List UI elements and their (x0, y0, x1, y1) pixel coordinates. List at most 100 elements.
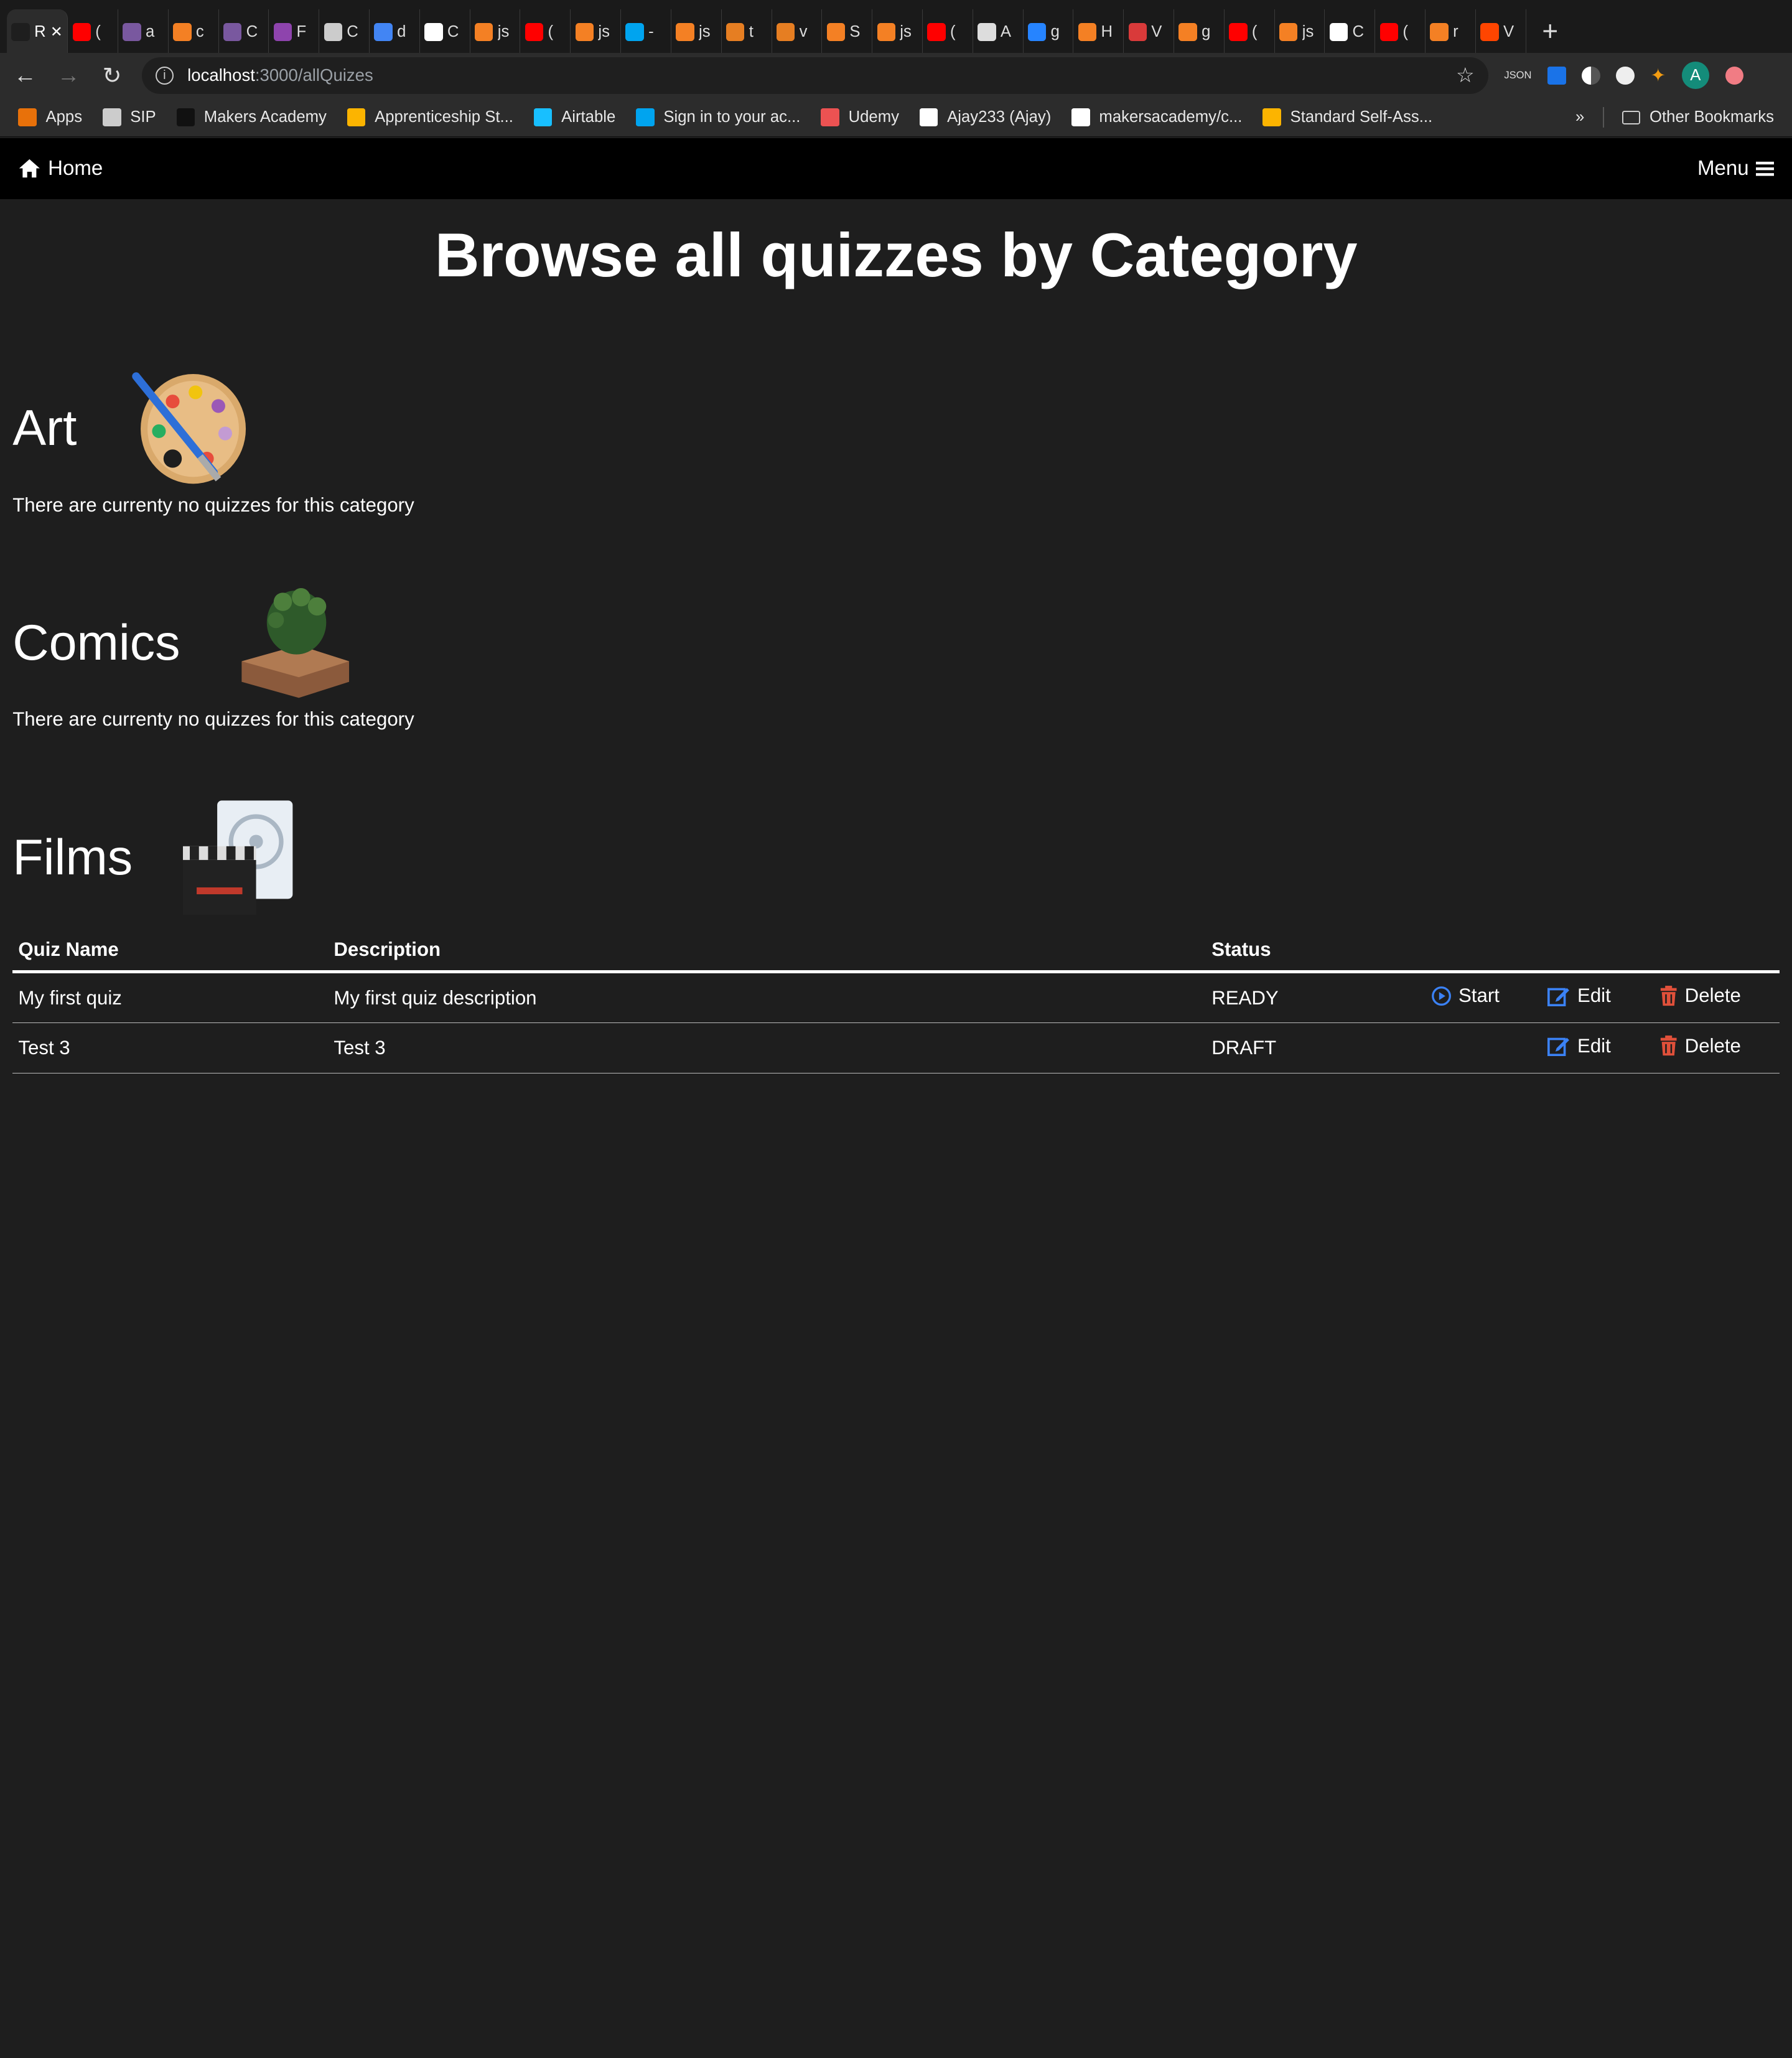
dark-mode-extension-icon[interactable] (1582, 66, 1600, 85)
react-icon (11, 22, 30, 42)
browser-tab[interactable]: js (470, 9, 521, 55)
browser-tab[interactable]: js (571, 9, 622, 55)
bookmark-item[interactable]: Airtable (534, 108, 616, 127)
start-button[interactable]: Start (1431, 985, 1500, 1007)
bookmark-item[interactable]: Udemy (821, 108, 899, 127)
edit-icon (1547, 1037, 1570, 1057)
tab-title: C (246, 22, 258, 40)
stackoverflow-icon (676, 22, 694, 42)
tab-title: g (1202, 22, 1211, 40)
browser-tab[interactable]: V (1476, 9, 1526, 55)
bookmark-item[interactable]: Makers Academy (176, 108, 327, 127)
bookmark-item[interactable]: Apprenticeship St... (347, 108, 513, 127)
bookmark-item[interactable]: Apps (18, 108, 82, 127)
browser-tab[interactable]: g (1024, 9, 1074, 55)
tab-title: t (749, 22, 754, 40)
edit-button[interactable]: Edit (1547, 985, 1611, 1007)
delete-button[interactable]: Delete (1659, 985, 1741, 1007)
reddit-icon (1480, 22, 1499, 42)
browser-tab[interactable]: js (671, 9, 722, 55)
film-clapper-icon (183, 800, 293, 915)
browser-tab[interactable]: g (1174, 9, 1225, 55)
category-comics: Comics There are currenty no quizzes for… (12, 580, 1780, 731)
tab-title: js (698, 22, 711, 40)
browser-toolbar: ← → ↻ i localhost:3000/allQuizes ☆ JSON … (0, 52, 1792, 98)
table-row: My first quiz My first quiz description … (12, 971, 1780, 1024)
bookmark-star-icon[interactable]: ☆ (1456, 63, 1475, 88)
browser-tab[interactable]: c (169, 9, 219, 55)
reload-icon[interactable]: ↻ (98, 62, 126, 89)
extension-blue-icon[interactable] (1547, 66, 1566, 85)
browser-tab[interactable]: V (1124, 9, 1175, 55)
browser-tab[interactable]: ( (520, 9, 571, 55)
airtable-icon (534, 108, 553, 127)
bookmark-label: Sign in to your ac... (663, 108, 801, 126)
quiz-description: My first quiz description (328, 971, 1206, 1024)
menu-button[interactable]: Menu (1697, 157, 1775, 180)
address-bar[interactable]: i localhost:3000/allQuizes ☆ (141, 57, 1488, 94)
browser-tab[interactable]: ( (68, 9, 118, 55)
edit-button[interactable]: Edit (1547, 1035, 1611, 1057)
other-bookmarks[interactable]: Other Bookmarks (1622, 108, 1774, 126)
browser-tab[interactable]: C (219, 9, 269, 55)
extension-white-icon[interactable] (1616, 66, 1635, 85)
url-path: :3000/allQuizes (254, 65, 373, 85)
circleci-icon (324, 22, 342, 42)
bookmark-item[interactable]: Sign in to your ac... (636, 108, 801, 127)
bookmark-label: Airtable (561, 108, 616, 126)
bookmark-label: SIP (130, 108, 156, 126)
airtable-icon (347, 108, 366, 127)
page-title: Browse all quizzes by Category (434, 221, 1358, 291)
browser-tab[interactable]: A (973, 9, 1024, 55)
browser-tab[interactable]: a (118, 9, 169, 55)
youtube-icon (1379, 22, 1399, 42)
table-header-row: Quiz Name Description Status (12, 929, 1780, 974)
new-tab-button[interactable]: + (1542, 16, 1558, 47)
browser-tab[interactable]: r (1426, 9, 1476, 55)
bookmark-item[interactable]: Ajay233 (Ajay) (920, 108, 1052, 127)
bookmark-item[interactable]: makersacademy/c... (1071, 108, 1242, 127)
github-icon (1071, 108, 1090, 127)
bookmark-item[interactable]: Standard Self-Ass... (1262, 108, 1432, 127)
carrot-extension-icon[interactable]: ✦ (1650, 65, 1666, 87)
browser-tab[interactable]: t (722, 9, 772, 55)
browser-tab[interactable]: C (420, 9, 470, 55)
browser-tab[interactable]: ( (923, 9, 973, 55)
bookmarks-bar: Apps SIP Makers Academy Apprenticeship St..… (0, 98, 1792, 138)
tab-title: F (296, 22, 307, 40)
browser-tab[interactable]: H (1073, 9, 1124, 55)
home-link[interactable]: Home (18, 157, 103, 180)
microsoft-icon (636, 108, 655, 127)
more-bookmarks-button[interactable]: » (1575, 108, 1584, 126)
json-extension-icon[interactable]: JSON (1504, 69, 1531, 82)
browser-tab[interactable]: S (822, 9, 873, 55)
browser-tab[interactable]: C (1325, 9, 1376, 55)
browser-tab[interactable]: ( (1225, 9, 1275, 55)
browser-tab[interactable]: C (319, 9, 370, 55)
browser-tab[interactable]: F (269, 9, 320, 55)
tab-title: c (195, 22, 204, 40)
heroku-icon (123, 22, 141, 42)
browser-tab[interactable]: - (621, 9, 671, 55)
bookmark-item[interactable]: SIP (103, 108, 156, 127)
close-tab-icon[interactable]: ✕ (50, 23, 63, 41)
youtube-icon (72, 22, 91, 42)
browser-tab[interactable]: d (370, 9, 420, 55)
tab-title: js (598, 22, 610, 40)
browser-tab[interactable]: ( (1375, 9, 1426, 55)
info-icon[interactable]: i (155, 66, 174, 85)
browser-tab[interactable]: v (772, 9, 823, 55)
extension-pink-icon[interactable] (1725, 66, 1743, 85)
tab-title: v (799, 22, 808, 40)
tab-title: d (397, 22, 406, 40)
bookmark-label: Ajay233 (Ajay) (947, 108, 1052, 126)
forward-arrow-icon[interactable]: → (55, 62, 82, 88)
profile-avatar[interactable]: A (1681, 62, 1709, 90)
browser-tab[interactable]: R ✕ (7, 9, 68, 55)
makers-icon (176, 108, 195, 127)
back-arrow-icon[interactable]: ← (11, 62, 39, 88)
browser-tab[interactable]: js (872, 9, 923, 55)
app-navbar: Home Menu (0, 138, 1792, 199)
browser-tab[interactable]: js (1275, 9, 1325, 55)
delete-button[interactable]: Delete (1659, 1035, 1741, 1057)
